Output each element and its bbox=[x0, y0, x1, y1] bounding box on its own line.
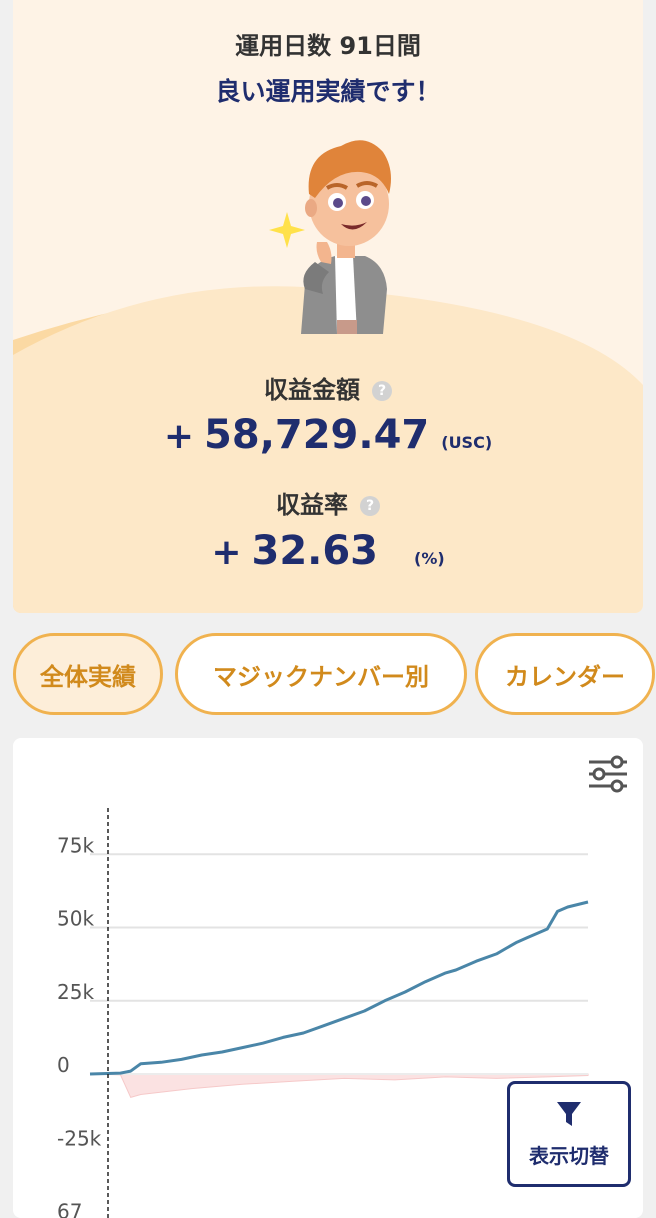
display-toggle-button[interactable]: 表示切替 bbox=[507, 1081, 631, 1187]
profit-rate-label: 収益率? bbox=[13, 485, 643, 520]
profit-rate-value: +32.63(%) bbox=[13, 528, 643, 574]
y-tick-label: 50k bbox=[57, 907, 94, 931]
tab-calendar[interactable]: カレンダー bbox=[475, 633, 655, 715]
question-icon[interactable]: ? bbox=[360, 496, 380, 516]
profit-amount-value: +58,729.47(USC) bbox=[13, 412, 643, 458]
y-tick-label: 0 bbox=[57, 1053, 70, 1077]
question-icon[interactable]: ? bbox=[372, 381, 392, 401]
tab-magic-number[interactable]: マジックナンバー別 bbox=[175, 633, 467, 715]
tab-overall-performance[interactable]: 全体実績 bbox=[13, 633, 163, 715]
y-tick-label: 25k bbox=[57, 980, 94, 1004]
filter-icon bbox=[556, 1100, 582, 1128]
summary-card: 運用日数 91日間 良い運用実績です！ 収益金額? +58,729.47(USC… bbox=[13, 0, 643, 613]
y-tick-label: 67 bbox=[57, 1200, 82, 1218]
performance-message: 良い運用実績です！ bbox=[13, 72, 643, 108]
y-tick-label: 75k bbox=[57, 833, 94, 857]
mascot-character-illustration bbox=[265, 124, 405, 334]
chart-card: 75k 50k 25k 0 -25k 67 表示切替 bbox=[13, 738, 643, 1218]
operation-days-label: 運用日数 91日間 bbox=[13, 26, 643, 61]
profit-amount-label: 収益金額? bbox=[13, 370, 643, 405]
y-tick-label: -25k bbox=[57, 1126, 102, 1150]
